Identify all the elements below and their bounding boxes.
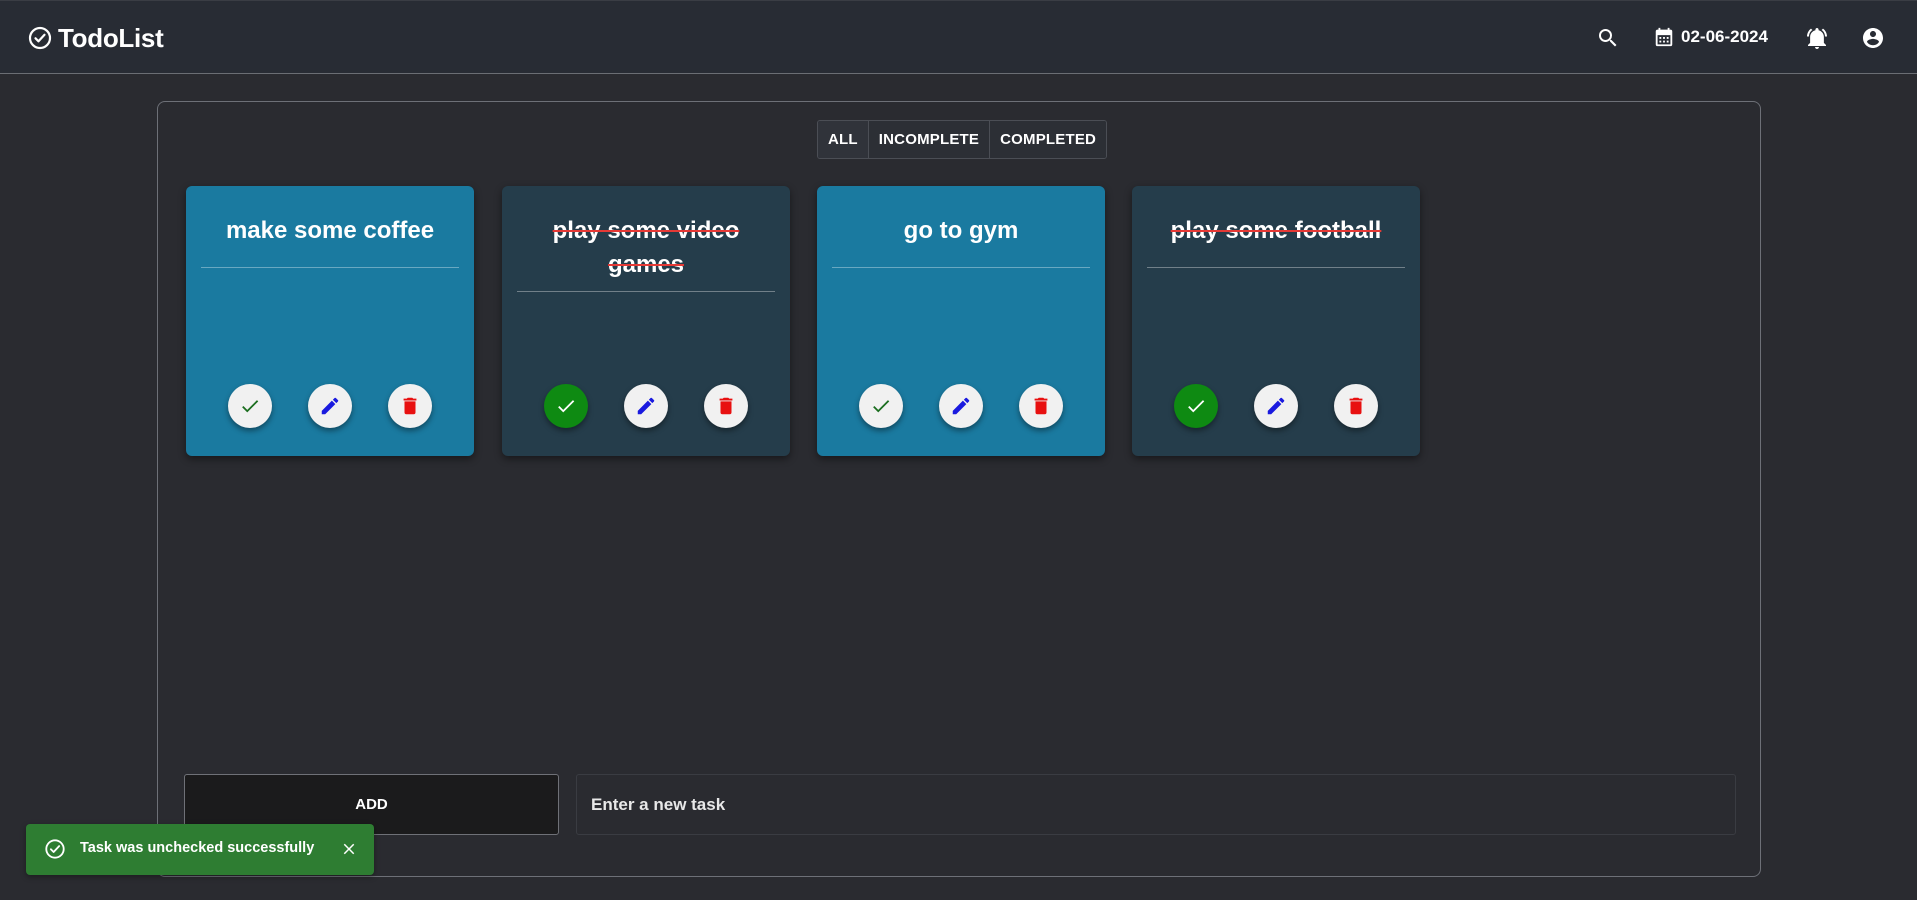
close-icon[interactable] [340, 840, 358, 858]
task-title: make some coffee [225, 217, 435, 244]
toggle-complete-button[interactable] [544, 384, 588, 428]
pencil-icon [952, 397, 970, 415]
edit-task-button[interactable] [624, 384, 668, 428]
new-task-input[interactable] [576, 774, 1736, 835]
filter-incomplete[interactable]: INCOMPLETE [868, 121, 991, 158]
task-actions [1132, 384, 1420, 428]
edit-task-button[interactable] [1254, 384, 1298, 428]
top-bar: TodoList 02-06-2024 [0, 0, 1917, 74]
current-date: 02-06-2024 [1681, 27, 1768, 46]
trash-icon [1349, 397, 1363, 415]
pencil-icon [1267, 397, 1285, 415]
trash-icon [403, 397, 417, 415]
calendar-icon [1655, 27, 1673, 47]
delete-task-button[interactable] [704, 384, 748, 428]
check-icon [242, 400, 259, 413]
task-card: make some coffee [186, 186, 474, 456]
delete-task-button[interactable] [388, 384, 432, 428]
trash-icon [719, 397, 733, 415]
task-title: play some football [1170, 217, 1382, 244]
check-circle-icon [28, 26, 52, 50]
edit-task-button[interactable] [308, 384, 352, 428]
delete-task-button[interactable] [1019, 384, 1063, 428]
card-divider [1147, 267, 1405, 268]
search-icon [1599, 29, 1617, 47]
edit-task-button[interactable] [939, 384, 983, 428]
check-icon [1188, 400, 1205, 413]
task-title: go to gym [903, 217, 1019, 244]
task-card: play some football [1132, 186, 1420, 456]
user-icon [1863, 28, 1883, 48]
pencil-icon [637, 397, 655, 415]
toggle-complete-button[interactable] [1174, 384, 1218, 428]
card-divider [832, 267, 1090, 268]
task-actions [502, 384, 790, 428]
search-button[interactable] [1596, 26, 1620, 50]
task-card: play some video games [502, 186, 790, 456]
filter-group: ALL INCOMPLETE COMPLETED [817, 120, 1108, 159]
pencil-icon [321, 397, 339, 415]
account-button[interactable] [1861, 26, 1885, 50]
check-icon [873, 400, 890, 413]
filter-all[interactable]: ALL [818, 121, 869, 158]
task-card: go to gym [817, 186, 1105, 456]
bell-icon [1807, 28, 1827, 49]
toggle-complete-button[interactable] [228, 384, 272, 428]
toast-message: Task was unchecked successfully [80, 840, 315, 856]
card-divider [517, 291, 775, 292]
task-title: play some video games [552, 217, 740, 278]
success-toast: Task was unchecked successfully [26, 824, 374, 875]
task-actions [186, 384, 474, 428]
check-icon [558, 400, 575, 413]
notifications-button[interactable] [1805, 26, 1829, 50]
date-display[interactable]: 02-06-2024 [1653, 26, 1768, 48]
task-actions [817, 384, 1105, 428]
toggle-complete-button[interactable] [859, 384, 903, 428]
card-divider [201, 267, 459, 268]
app-title: TodoList [58, 22, 164, 53]
filter-completed[interactable]: COMPLETED [990, 121, 1107, 158]
delete-task-button[interactable] [1334, 384, 1378, 428]
tasks-panel: ALL INCOMPLETE COMPLETED make some coffe… [157, 101, 1761, 877]
check-circle-icon [45, 839, 65, 859]
trash-icon [1034, 397, 1048, 415]
brand[interactable]: TodoList [28, 22, 164, 53]
